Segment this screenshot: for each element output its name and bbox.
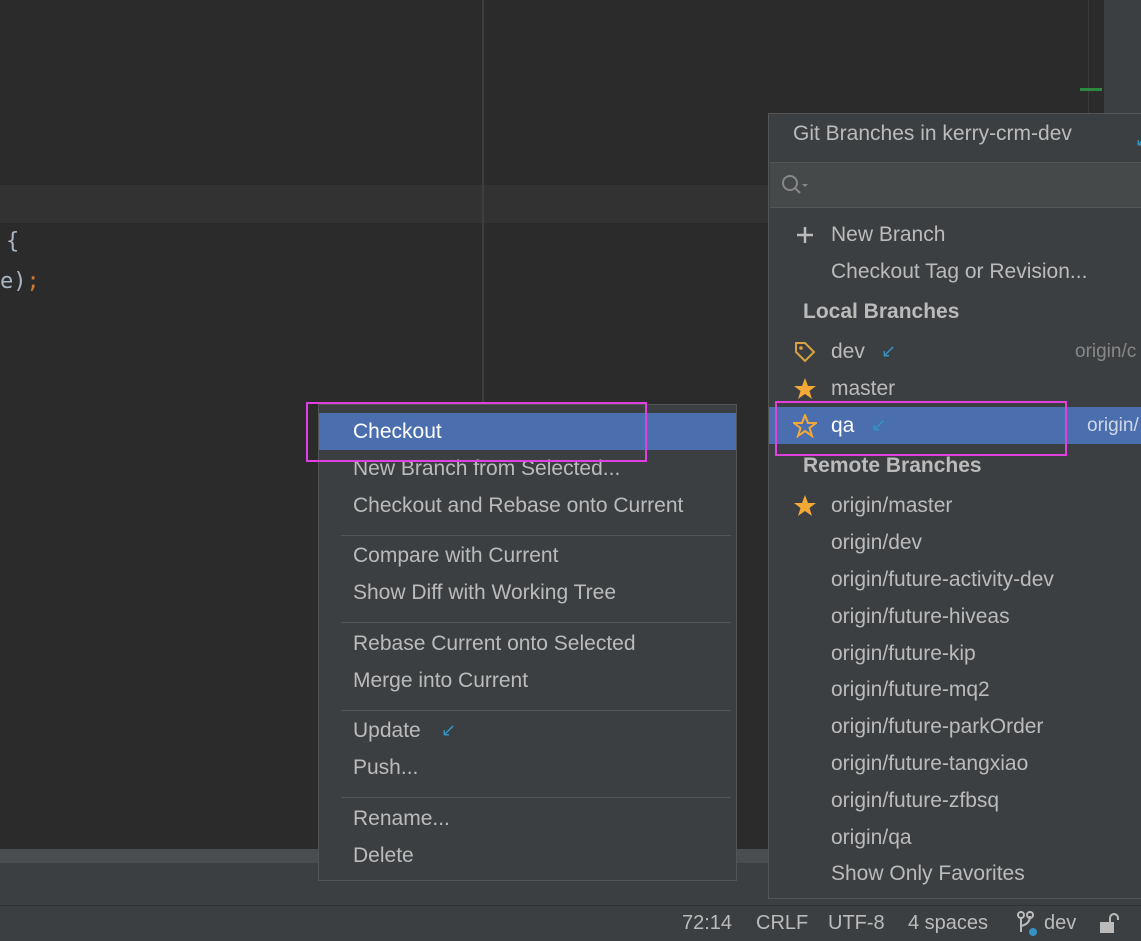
new-branch-action[interactable]: New Branch xyxy=(769,216,1141,253)
menu-item-rebase-current[interactable]: Rebase Current onto Selected xyxy=(319,625,736,662)
remote-branch-item[interactable]: origin/dev xyxy=(769,524,1141,561)
menu-item-label: Delete xyxy=(353,844,414,867)
menu-item-update[interactable]: Update ↙ xyxy=(319,712,736,749)
vcs-branch-name: dev xyxy=(1044,912,1077,934)
menu-item-label: Compare with Current xyxy=(353,544,559,567)
code-line[interactable]: e); xyxy=(0,269,40,294)
branch-name: origin/future-tangxiao xyxy=(831,752,1029,775)
menu-separator xyxy=(341,622,731,623)
file-encoding[interactable]: UTF-8 xyxy=(828,906,885,941)
menu-separator xyxy=(341,710,731,711)
menu-separator xyxy=(341,535,731,536)
branch-icon xyxy=(1017,911,1037,936)
status-bar: 72:14 CRLF UTF-8 4 spaces dev xyxy=(0,905,1141,941)
git-branches-popup: Git Branches in kerry-crm-dev ↙ New Bran… xyxy=(768,113,1141,899)
branch-name: origin/future-kip xyxy=(831,642,976,665)
remote-branch-item[interactable]: origin/future-hiveas xyxy=(769,598,1141,635)
remote-branch-item[interactable]: origin/future-mq2 xyxy=(769,671,1141,708)
menu-item-merge-into-current[interactable]: Merge into Current xyxy=(319,662,736,699)
plus-icon xyxy=(793,216,817,253)
branch-name: dev xyxy=(831,340,865,363)
remote-branches-header: Remote Branches xyxy=(803,454,982,477)
caret-position[interactable]: 72:14 xyxy=(682,906,732,941)
indent-setting[interactable]: 4 spaces xyxy=(908,906,988,941)
menu-item-label: Checkout and Rebase onto Current xyxy=(353,494,684,517)
right-margin-guide xyxy=(482,0,484,404)
remote-branch-item[interactable]: origin/future-parkOrder xyxy=(769,708,1141,745)
menu-item-label: Show Diff with Working Tree xyxy=(353,581,616,604)
remote-branch-item[interactable]: origin/qa xyxy=(769,819,1141,856)
tracking-branch: origin/c xyxy=(1075,341,1137,362)
branch-name: origin/master xyxy=(831,494,953,517)
branch-item-dev[interactable]: dev ↙ origin/c xyxy=(769,333,1141,370)
action-label: New Branch xyxy=(831,223,946,246)
remote-branch-item[interactable]: origin/future-tangxiao xyxy=(769,745,1141,782)
highlight-box-qa-branch xyxy=(775,401,1067,456)
search-icon xyxy=(782,175,808,194)
local-branches-header: Local Branches xyxy=(803,300,960,323)
menu-item-show-diff[interactable]: Show Diff with Working Tree xyxy=(319,574,736,611)
branch-name: origin/future-mq2 xyxy=(831,678,990,701)
incoming-arrow-icon: ↙ xyxy=(441,720,457,740)
branch-name: origin/qa xyxy=(831,826,912,849)
code-line[interactable]: { xyxy=(6,229,19,254)
checkout-tag-action[interactable]: Checkout Tag or Revision... xyxy=(769,253,1141,290)
menu-item-compare-with-current[interactable]: Compare with Current xyxy=(319,537,736,574)
tracking-branch: origin/ xyxy=(1087,415,1139,436)
action-label: Checkout Tag or Revision... xyxy=(831,260,1088,283)
remote-branch-item[interactable]: origin/future-kip xyxy=(769,635,1141,672)
menu-item-label: Push... xyxy=(353,756,419,779)
menu-item-label: Rename... xyxy=(353,807,450,830)
star-filled-icon xyxy=(793,487,817,524)
highlight-box-checkout xyxy=(306,402,647,462)
branch-name: origin/future-parkOrder xyxy=(831,715,1044,738)
menu-separator xyxy=(341,797,731,798)
branch-name: origin/dev xyxy=(831,531,923,554)
tag-icon xyxy=(793,333,817,370)
incoming-arrow-icon: ↙ xyxy=(1135,130,1141,151)
unlocked-icon[interactable] xyxy=(1098,906,1120,941)
remote-branch-item[interactable]: origin/master xyxy=(769,487,1141,524)
incoming-arrow-icon: ↙ xyxy=(881,341,897,361)
branch-name: origin/future-activity-dev xyxy=(831,568,1054,591)
menu-item-checkout-and-rebase[interactable]: Checkout and Rebase onto Current xyxy=(319,487,736,524)
branch-search-input[interactable] xyxy=(770,162,1141,208)
menu-item-label: Merge into Current xyxy=(353,669,529,692)
menu-item-rename[interactable]: Rename... xyxy=(319,800,736,837)
branch-name: origin/future-zfbsq xyxy=(831,789,1000,812)
menu-item-push[interactable]: Push... xyxy=(319,749,736,786)
scrollbar-change-marker xyxy=(1080,88,1102,91)
vcs-branch-widget[interactable]: dev xyxy=(1016,906,1086,941)
remote-branch-item[interactable]: origin/future-zfbsq xyxy=(769,782,1141,819)
footer-label: Show Only Favorites xyxy=(831,862,1025,885)
branch-context-menu: Checkout New Branch from Selected... Che… xyxy=(318,404,737,881)
menu-item-label: Rebase Current onto Selected xyxy=(353,632,636,655)
remote-branch-item[interactable]: origin/future-activity-dev xyxy=(769,561,1141,598)
branch-name: origin/future-hiveas xyxy=(831,605,1010,628)
popup-title: Git Branches in kerry-crm-dev xyxy=(793,122,1072,145)
menu-item-label: Update xyxy=(353,719,421,742)
menu-item-delete[interactable]: Delete xyxy=(319,837,736,874)
show-only-favorites[interactable]: Show Only Favorites xyxy=(769,855,1141,892)
line-separator[interactable]: CRLF xyxy=(756,906,808,941)
